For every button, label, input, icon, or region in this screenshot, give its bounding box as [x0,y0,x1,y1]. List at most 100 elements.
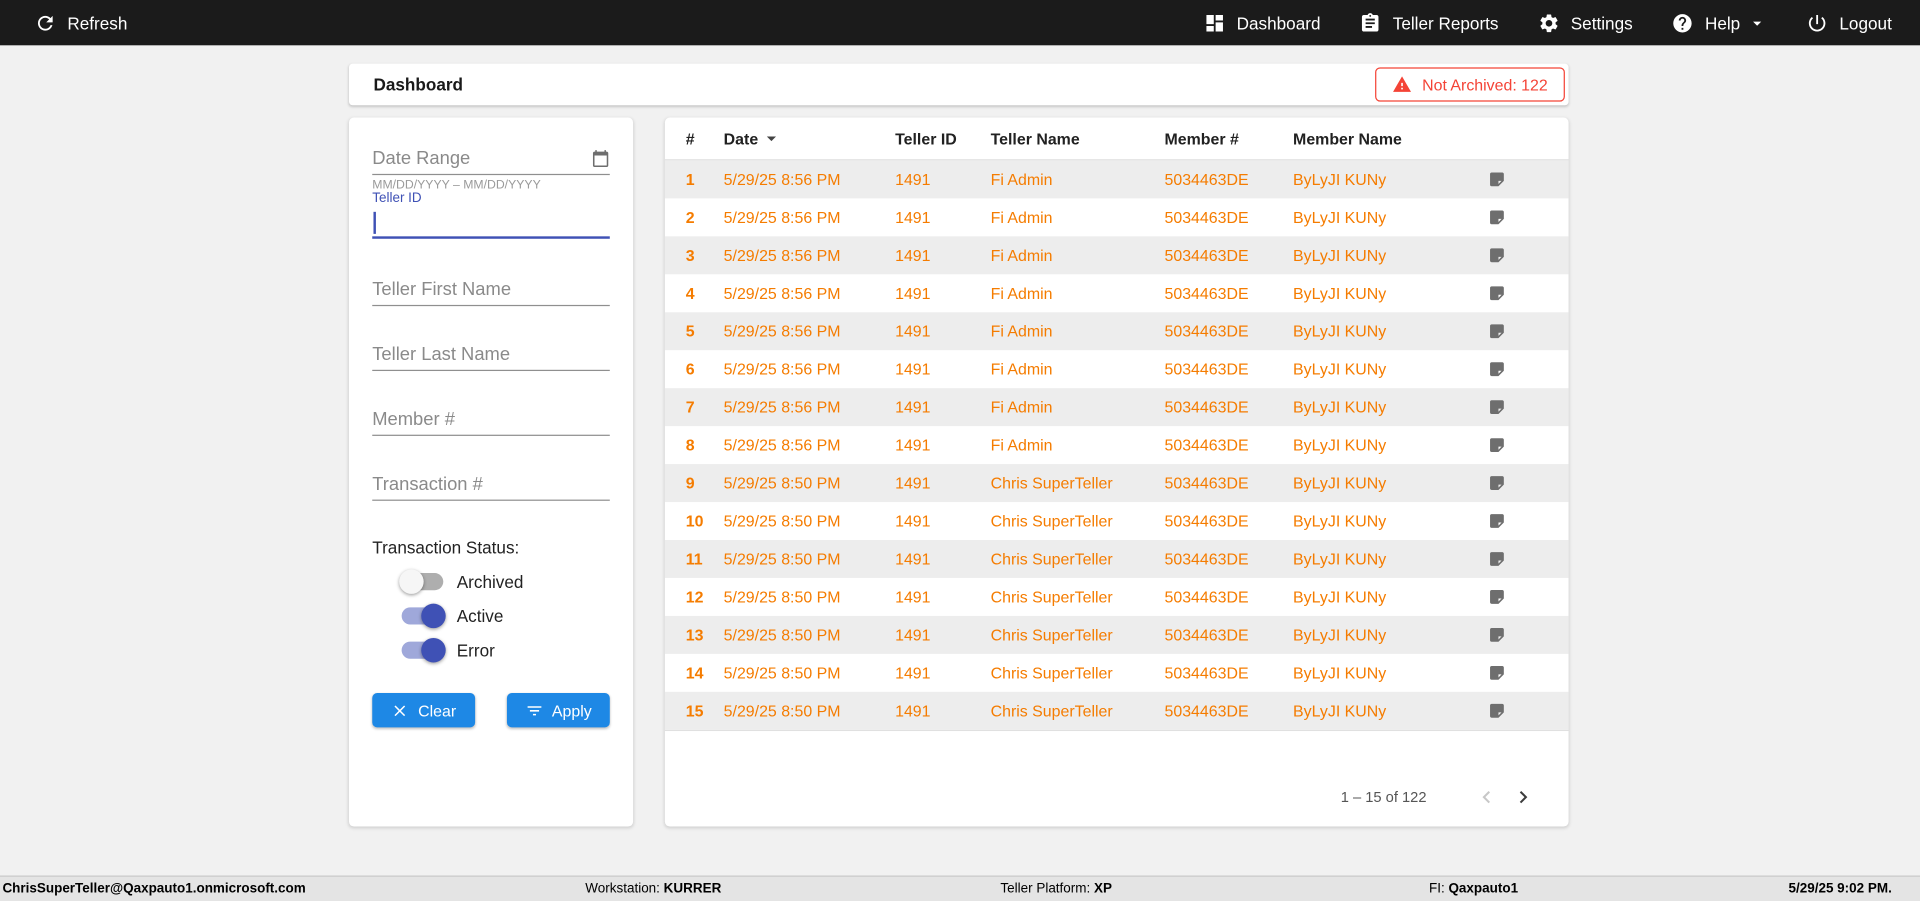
row-number: 1 [685,170,695,189]
table-row[interactable]: 14 5/29/25 8:50 PM 1491 Chris SuperTelle… [665,654,1569,692]
table-row[interactable]: 11 5/29/25 8:50 PM 1491 Chris SuperTelle… [664,540,1569,578]
refresh-label: Refresh [67,12,128,33]
note-icon[interactable] [1488,474,1506,492]
fi-label: FI: [1428,881,1445,897]
note-icon[interactable] [1488,588,1506,606]
row-teller-id: 1491 [895,208,931,227]
note-icon[interactable] [1488,664,1506,682]
toggle-row: Archived [399,569,523,594]
transaction-number-field [372,468,610,501]
nav-help[interactable]: Help [1672,12,1767,34]
col-header-member-name[interactable]: Member Name [1293,129,1471,147]
pagination-range-label: 1 – 15 of 122 [1340,788,1427,806]
row-member-number: 5034463DE [1164,397,1249,417]
col-header-teller-name[interactable]: Teller Name [991,129,1165,147]
row-member-number: 5034463DE [1164,170,1249,189]
table-row[interactable]: 3 5/29/25 8:56 PM 1491 Fi Admin 5034463D… [664,236,1569,275]
row-number: 4 [685,284,695,303]
note-icon[interactable] [1488,170,1506,188]
row-member-name: ByLyJI KUNy [1293,208,1387,227]
row-teller-id: 1491 [895,322,931,341]
member-number-input[interactable] [372,404,610,436]
toggle-switch[interactable] [401,637,446,663]
row-date: 5/29/25 8:50 PM [723,663,841,683]
table-row[interactable]: 10 5/29/25 8:50 PM 1491 Chris SuperTelle… [665,502,1569,540]
teller-last-name-input[interactable] [372,339,610,372]
transactions-table-card: # Date Teller ID Teller Name Member # Me… [664,117,1569,827]
teller-first-name-input[interactable] [372,274,610,307]
toggle-switch[interactable] [401,603,446,629]
row-teller-name: Chris SuperTeller [990,701,1113,721]
row-member-number: 5034463DE [1164,473,1249,493]
status-toggles: Archived Active Error [399,569,524,663]
row-member-name: ByLyJI KUNy [1293,360,1387,379]
clear-label: Clear [418,701,457,720]
table-row[interactable]: 7 5/29/25 8:56 PM 1491 Fi Admin 5034463D… [664,388,1569,427]
row-teller-id: 1491 [895,246,931,265]
toggle-row: Active [401,603,524,629]
toggle-thumb [421,637,446,663]
row-member-number: 5034463DE [1164,701,1249,721]
col-header-teller-id[interactable]: Teller ID [895,129,991,147]
pagination-next-button[interactable] [1505,782,1542,811]
note-icon[interactable] [1488,398,1506,416]
note-icon[interactable] [1488,702,1506,720]
note-icon[interactable] [1488,208,1506,226]
not-archived-badge[interactable]: Not Archived: 122 [1375,67,1565,102]
text-caret [373,211,376,234]
row-teller-name: Chris SuperTeller [990,663,1113,683]
table-row[interactable]: 4 5/29/25 8:56 PM 1491 Fi Admin 5034463D… [665,274,1569,312]
table-row[interactable]: 1 5/29/25 8:56 PM 1491 Fi Admin 5034463D… [664,160,1569,199]
refresh-button[interactable]: Refresh [34,12,127,34]
note-icon[interactable] [1488,284,1506,302]
note-icon[interactable] [1488,512,1506,530]
toggle-thumb [421,603,446,629]
teller-id-label: Teller ID [372,191,422,206]
row-date: 5/29/25 8:56 PM [723,208,841,227]
row-teller-id: 1491 [895,587,931,607]
note-icon[interactable] [1488,550,1506,568]
note-icon[interactable] [1488,322,1506,340]
table-row[interactable]: 13 5/29/25 8:50 PM 1491 Chris SuperTelle… [664,615,1569,654]
table-row[interactable]: 15 5/29/25 8:50 PM 1491 Chris SuperTelle… [664,691,1569,730]
date-range-input[interactable] [372,143,610,176]
col-header-member-number[interactable]: Member # [1164,129,1293,147]
teller-id-input[interactable] [372,208,610,237]
close-icon [394,704,406,716]
nav-dashboard[interactable]: Dashboard [1204,12,1320,34]
note-icon[interactable] [1488,246,1506,264]
note-icon[interactable] [1488,626,1506,644]
nav-logout[interactable]: Logout [1806,12,1892,34]
sort-arrow-icon [767,136,777,142]
row-member-number: 5034463DE [1164,246,1249,265]
row-teller-id: 1491 [895,360,931,379]
table-row[interactable]: 9 5/29/25 8:50 PM 1491 Chris SuperTeller… [664,464,1569,503]
nav-settings[interactable]: Settings [1538,12,1633,34]
row-date: 5/29/25 8:50 PM [723,587,841,607]
table-row[interactable]: 6 5/29/25 8:56 PM 1491 Fi Admin 5034463D… [665,350,1569,388]
table-row[interactable]: 5 5/29/25 8:56 PM 1491 Fi Admin 5034463D… [664,312,1569,351]
row-member-number: 5034463DE [1164,322,1249,341]
platform-value: XP [1093,881,1112,897]
apply-button[interactable]: Apply [506,693,610,728]
pagination-prev-button[interactable] [1468,782,1505,811]
col-header-date[interactable]: Date [724,127,895,149]
toggle-switch[interactable] [399,569,444,594]
table-row[interactable]: 12 5/29/25 8:50 PM 1491 Chris SuperTelle… [665,578,1569,616]
table-row[interactable]: 8 5/29/25 8:56 PM 1491 Fi Admin 5034463D… [665,426,1569,464]
nav-teller-reports[interactable]: Teller Reports [1360,12,1499,34]
table-row[interactable]: 2 5/29/25 8:56 PM 1491 Fi Admin 5034463D… [665,198,1569,236]
transaction-number-input[interactable] [372,468,610,501]
apply-label: Apply [551,701,592,720]
workstation-status: Workstation: KURRER [585,882,721,897]
chevron-down-icon [1753,21,1762,26]
note-icon[interactable] [1488,360,1506,378]
row-teller-name: Fi Admin [990,170,1053,189]
fi-status: FI: Qaxpauto1 [1429,882,1518,897]
clear-button[interactable]: Clear [372,693,476,728]
row-number: 5 [685,322,695,341]
note-icon[interactable] [1488,436,1506,454]
calendar-icon[interactable] [591,149,609,167]
status-bar: ChrisSuperTeller@Qaxpauto1.onmicrosoft.c… [0,875,1920,901]
row-date: 5/29/25 8:56 PM [723,397,841,417]
